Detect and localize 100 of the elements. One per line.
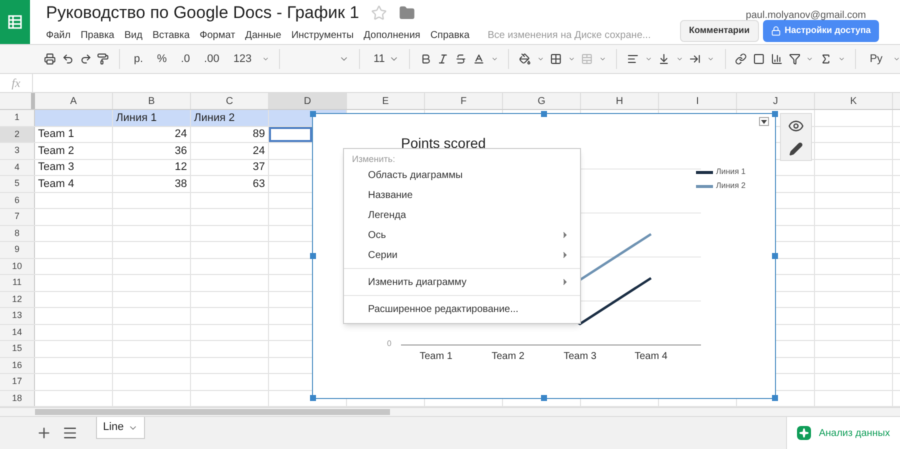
menu-item[interactable]: Инструменты [291,28,354,42]
menu-item[interactable]: Файл [46,28,71,42]
table-cell[interactable]: 63 [191,176,269,192]
row-header[interactable]: 5 [0,176,35,192]
menu-item[interactable]: Правка [80,28,114,42]
sheets-logo-icon[interactable] [0,0,30,44]
column-header[interactable]: F [425,93,503,109]
menu-item[interactable]: Справка [430,28,470,42]
row-header[interactable]: 6 [0,192,35,208]
paint-format-icon[interactable] [97,51,110,67]
table-cell[interactable]: 24 [191,143,269,158]
row-header[interactable]: 12 [0,292,35,307]
row-header[interactable]: 1 [0,110,35,126]
explore-button[interactable]: Анализ данных [786,417,900,449]
menu-option[interactable]: Легенда [344,205,580,225]
row-header[interactable]: 4 [0,160,35,175]
resize-handle[interactable] [772,253,778,259]
account-email[interactable]: paul.molyanov@gmail.com [746,8,866,22]
menu-option[interactable]: Серии [344,245,580,265]
comments-button[interactable]: Комментарии [680,20,759,42]
column-header[interactable]: D [269,93,347,109]
table-cell[interactable]: Team 4 [35,176,113,192]
more-formats[interactable]: 123 [229,50,256,68]
table-cell[interactable]: Team 1 [35,126,113,142]
merge-cells-icon[interactable] [581,51,593,67]
menu-option[interactable]: Расширенное редактирование... [344,299,580,319]
table-cell[interactable] [35,110,113,126]
horizontal-scrollbar[interactable] [35,409,390,415]
column-header[interactable]: E [347,93,425,109]
resize-handle[interactable] [541,395,547,401]
table-cell[interactable]: 24 [113,126,191,142]
resize-handle[interactable] [541,111,547,117]
table-cell[interactable]: Team 2 [35,143,113,158]
input-tools[interactable]: Ру [866,50,887,68]
table-cell[interactable]: 12 [113,160,191,175]
edit-icon[interactable] [789,142,803,156]
column-header[interactable]: G [503,93,581,109]
view-icon[interactable] [788,118,804,134]
row-header[interactable]: 10 [0,258,35,274]
print-icon[interactable] [44,51,56,67]
selected-cell-outline[interactable] [269,126,312,142]
row-header[interactable]: 17 [0,374,35,390]
menu-option[interactable]: Ось [344,225,580,245]
row-header[interactable]: 9 [0,242,35,258]
menu-option[interactable]: Изменить диаграмму [344,272,580,292]
resize-handle[interactable] [772,111,778,117]
resize-handle[interactable] [310,111,316,117]
row-header[interactable]: 16 [0,358,35,373]
document-title[interactable]: Руководство по Google Docs - График 1 [46,0,360,26]
all-sheets-icon[interactable] [62,425,78,441]
menu-item[interactable]: Формат [200,28,236,42]
menu-item[interactable]: Вставка [152,28,190,42]
table-cell[interactable]: 89 [191,126,269,142]
table-cell[interactable]: 38 [113,176,191,192]
currency-format[interactable]: р. [130,50,148,68]
column-header[interactable]: H [581,93,659,109]
row-header[interactable]: 15 [0,341,35,356]
column-header[interactable]: I [659,93,737,109]
axis-label: Team 1 [418,350,454,364]
column-header[interactable]: B [113,93,191,109]
menu-item[interactable]: Дополнения [364,28,420,42]
menu-item[interactable]: Данные [245,28,282,42]
resize-handle[interactable] [772,395,778,401]
column-header[interactable]: K [815,93,893,109]
increase-decimals[interactable]: .00 [200,50,224,68]
column-header[interactable]: A [35,93,113,109]
filter-icon[interactable] [788,51,800,67]
vertical-align-icon[interactable] [658,51,670,67]
row-header[interactable]: 3 [0,143,35,158]
decrease-decimals[interactable]: .0 [176,50,194,68]
link-icon[interactable] [735,51,748,67]
legend-label: Линия 1 [716,166,746,178]
table-cell[interactable]: Линия 2 [191,110,269,126]
row-header[interactable]: 7 [0,209,35,224]
font-size[interactable]: 11 [369,50,389,68]
resize-handle[interactable] [310,253,316,259]
row-header[interactable]: 14 [0,324,35,340]
star-icon[interactable] [371,5,388,21]
table-cell[interactable]: Team 3 [35,160,113,175]
resize-handle[interactable] [310,395,316,401]
row-header[interactable]: 13 [0,308,35,324]
table-cell[interactable]: 36 [113,143,191,158]
menu-option[interactable]: Название [344,185,580,205]
table-cell[interactable]: 37 [191,160,269,175]
borders-icon[interactable] [550,51,562,67]
chart-icon[interactable] [770,51,783,67]
sheet-tab[interactable]: Line [96,417,145,439]
fill-color-icon[interactable] [518,51,531,67]
folder-icon[interactable] [399,5,416,21]
menu-option[interactable]: Область диаграммы [344,165,580,185]
table-cell[interactable]: Линия 1 [113,110,191,126]
column-header[interactable]: J [737,93,815,109]
row-header[interactable]: 2 [0,126,35,142]
add-sheet-icon[interactable] [36,425,52,441]
row-header[interactable]: 18 [0,390,35,406]
percent-format[interactable]: % [153,50,171,68]
menu-item[interactable]: Вид [124,28,142,42]
row-header[interactable]: 8 [0,226,35,241]
row-header[interactable]: 11 [0,275,35,290]
chart-menu-icon[interactable] [759,117,769,126]
